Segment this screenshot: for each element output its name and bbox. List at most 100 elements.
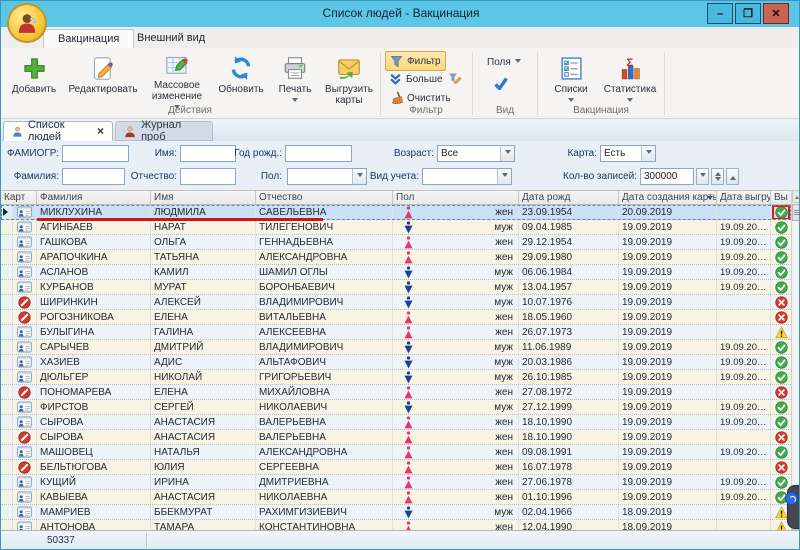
scrollbar-thumb[interactable]: [792, 204, 800, 221]
person-blue-icon: [12, 125, 23, 138]
table-row[interactable]: ХАЗИЕВАДИСАЛЬТАФОВИЧмуж20.03.198619.09.2…: [1, 355, 791, 370]
status-check-icon: [773, 476, 789, 489]
refresh-button[interactable]: Обновить: [213, 50, 269, 112]
cell-name: НИКОЛАЙ: [151, 370, 256, 384]
chevron-down-icon[interactable]: [497, 169, 511, 184]
row-indicator: [1, 265, 13, 279]
mass-change-button[interactable]: Массовое изменение: [143, 50, 211, 112]
records-spinner[interactable]: [711, 168, 724, 185]
cell-exported-flag: [771, 220, 791, 234]
add-button[interactable]: Добавить: [5, 50, 63, 112]
overlay-widget[interactable]: [787, 485, 800, 529]
table-row[interactable]: МАШОВЕЦНАТАЛЬЯАЛЕКСАНДРОВНАжен09.08.1991…: [1, 445, 791, 460]
tab-samples-journal[interactable]: Журнал проб: [115, 121, 213, 141]
cell-patronymic: АЛЬТАФОВИЧ: [256, 355, 393, 369]
table-row[interactable]: ПОНОМАРЕВАЕЛЕНАМИХАЙЛОВНАжен27.08.197219…: [1, 385, 791, 400]
cell-name: ДМИТРИЙ: [151, 340, 256, 354]
accounting-select[interactable]: [422, 168, 512, 185]
ribbon-tab-bar: Вакцинация Внешний вид: [1, 27, 800, 49]
filter-button[interactable]: Фильтр: [385, 51, 446, 71]
age-select[interactable]: Все: [437, 145, 515, 162]
cell-gender: муж: [393, 400, 519, 414]
tab-people-list[interactable]: Список людей ×: [3, 121, 113, 141]
table-row[interactable]: БЕЛЬТЮГОВАЮЛИЯСЕРГЕЕВНАжен16.07.197819.0…: [1, 460, 791, 475]
tab-close-icon[interactable]: ×: [97, 124, 104, 138]
status-cross-icon: [773, 296, 789, 309]
table-row[interactable]: САРЫЧЕВДМИТРИЙВЛАДИМИРОВИЧмуж11.06.19891…: [1, 340, 791, 355]
birthyear-label: Год рожд.:: [232, 145, 282, 162]
cell-export-date: [717, 385, 771, 399]
status-check-icon: [773, 281, 789, 294]
surname-input[interactable]: [62, 168, 125, 185]
table-row[interactable]: СЫРОВААНАСТАСИЯВАЛЕРЬЕВНАжен18.10.199019…: [1, 415, 791, 430]
table-row[interactable]: АРАПОЧКИНАТАТЬЯНААЛЕКСАНДРОВНАжен29.09.1…: [1, 250, 791, 265]
fields-button[interactable]: Поля: [483, 53, 525, 71]
visibility-check-button[interactable]: [489, 74, 513, 92]
cell-patronymic: ГЕННАДЬЕВНА: [256, 235, 393, 249]
print-button[interactable]: Печать: [271, 50, 319, 112]
cell-export-date: 19.09.20…: [717, 370, 771, 384]
more-filters-button[interactable]: Больше: [385, 70, 447, 88]
minimize-button[interactable]: –: [707, 3, 733, 24]
table-row[interactable]: ГАШКОВАОЛЬГАГЕННАДЬЕВНАжен29.12.195419.0…: [1, 235, 791, 250]
row-indicator: [1, 220, 13, 234]
chevron-down-icon[interactable]: [641, 146, 655, 161]
accounting-label: Вид учета:: [361, 168, 419, 185]
card-icon: [13, 325, 37, 339]
gender-select[interactable]: [287, 168, 367, 185]
table-row[interactable]: БУЛЫГИНАГАЛИНААЛЕКСЕЕВНАжен26.07.197319.…: [1, 325, 791, 340]
birthyear-input[interactable]: [285, 145, 352, 162]
card-select[interactable]: Есть: [600, 145, 656, 162]
column-header-exported-flag[interactable]: Вы: [771, 191, 791, 204]
chevron-down-icon[interactable]: [500, 146, 514, 161]
cell-name: СЕРГЕЙ: [151, 400, 256, 414]
table-row[interactable]: КУРБАНОВМУРАТБОРОНБАЕВИЧмуж13.04.195719.…: [1, 280, 791, 295]
lists-button[interactable]: Списки: [546, 50, 596, 112]
name-input[interactable]: [180, 145, 236, 162]
female-icon: [403, 431, 414, 444]
card-icon: [13, 205, 37, 219]
restore-button[interactable]: ❐: [735, 3, 761, 24]
column-header-patronymic[interactable]: Отчество: [256, 191, 393, 204]
vertical-scrollbar[interactable]: [791, 190, 800, 530]
patronymic-input[interactable]: [180, 168, 236, 185]
export-cards-button[interactable]: Выгрузить карты: [321, 50, 377, 112]
column-header-card-created[interactable]: Дата создания карты: [619, 191, 717, 204]
app-logo-icon[interactable]: [7, 3, 47, 43]
statistics-button[interactable]: Статистика: [599, 50, 661, 112]
column-header-gender[interactable]: Пол: [393, 191, 519, 204]
female-icon: [403, 461, 414, 474]
cell-patronymic: НИКОЛАЕВНА: [256, 490, 393, 504]
cell-export-date: [717, 310, 771, 324]
fio-input[interactable]: [62, 145, 129, 162]
table-row[interactable]: ДЮЛЬГЕРНИКОЛАЙГРИГОРЬЕВИЧмуж26.10.198519…: [1, 370, 791, 385]
table-row[interactable]: КУЩИЙИРИНАДМИТРИЕВНАжен27.06.197819.09.2…: [1, 475, 791, 490]
column-header-export-date[interactable]: Дата выгру…: [717, 191, 771, 204]
status-check-icon: [773, 416, 789, 429]
table-row[interactable]: СЫРОВААНАСТАСИЯВАЛЕРЬЕВНАжен18.10.199019…: [1, 430, 791, 445]
ribbon-tab-vaccination[interactable]: Вакцинация: [43, 29, 134, 49]
table-row[interactable]: КАВЫЕВААНАСТАСИЯНИКОЛАЕВНАжен01.10.19961…: [1, 490, 791, 505]
table-row[interactable]: ШИРИНКИНАЛЕКСЕЙВЛАДИМИРОВИЧмуж10.07.1976…: [1, 295, 791, 310]
table-row[interactable]: АГИНБАЕВНАРАТТИЛЕГЕНОВИЧмуж09.04.198519.…: [1, 220, 791, 235]
records-count-input[interactable]: 300000: [640, 168, 694, 185]
edit-button[interactable]: Редактировать: [65, 50, 141, 112]
records-dropdown-button[interactable]: [696, 168, 709, 185]
cell-export-date: 19.09.20…: [717, 490, 771, 504]
column-header-surname[interactable]: Фамилия: [37, 191, 151, 204]
filter-editor-button[interactable]: [444, 70, 466, 88]
records-up-button[interactable]: [726, 168, 739, 185]
column-header-name[interactable]: Имя: [151, 191, 256, 204]
column-header-birthdate[interactable]: Дата рожд: [519, 191, 619, 204]
column-header-card[interactable]: Карт: [1, 191, 37, 204]
cell-birthdate: 18.10.1990: [519, 415, 619, 429]
table-row[interactable]: ФИРСТОВСЕРГЕЙНИКОЛАЕВИЧмуж27.12.199919.0…: [1, 400, 791, 415]
table-row[interactable]: РОГОЗНИКОВАЕЛЕНАВИТАЛЬЕВНАжен18.05.19601…: [1, 310, 791, 325]
table-row[interactable]: МАМРИЕВББЕКМУРАТРАХИМГИЗИЕВИЧмуж02.04.19…: [1, 505, 791, 520]
scroll-up-button[interactable]: [792, 190, 800, 203]
ribbon-tab-appearance[interactable]: Внешний вид: [123, 29, 219, 48]
table-row[interactable]: АСЛАНОВКАМИЛШАМИЛ ОГЛЫмуж06.06.198419.09…: [1, 265, 791, 280]
close-button[interactable]: ✕: [763, 3, 789, 24]
chevron-down-icon: [627, 98, 633, 105]
check-icon: [493, 76, 509, 90]
